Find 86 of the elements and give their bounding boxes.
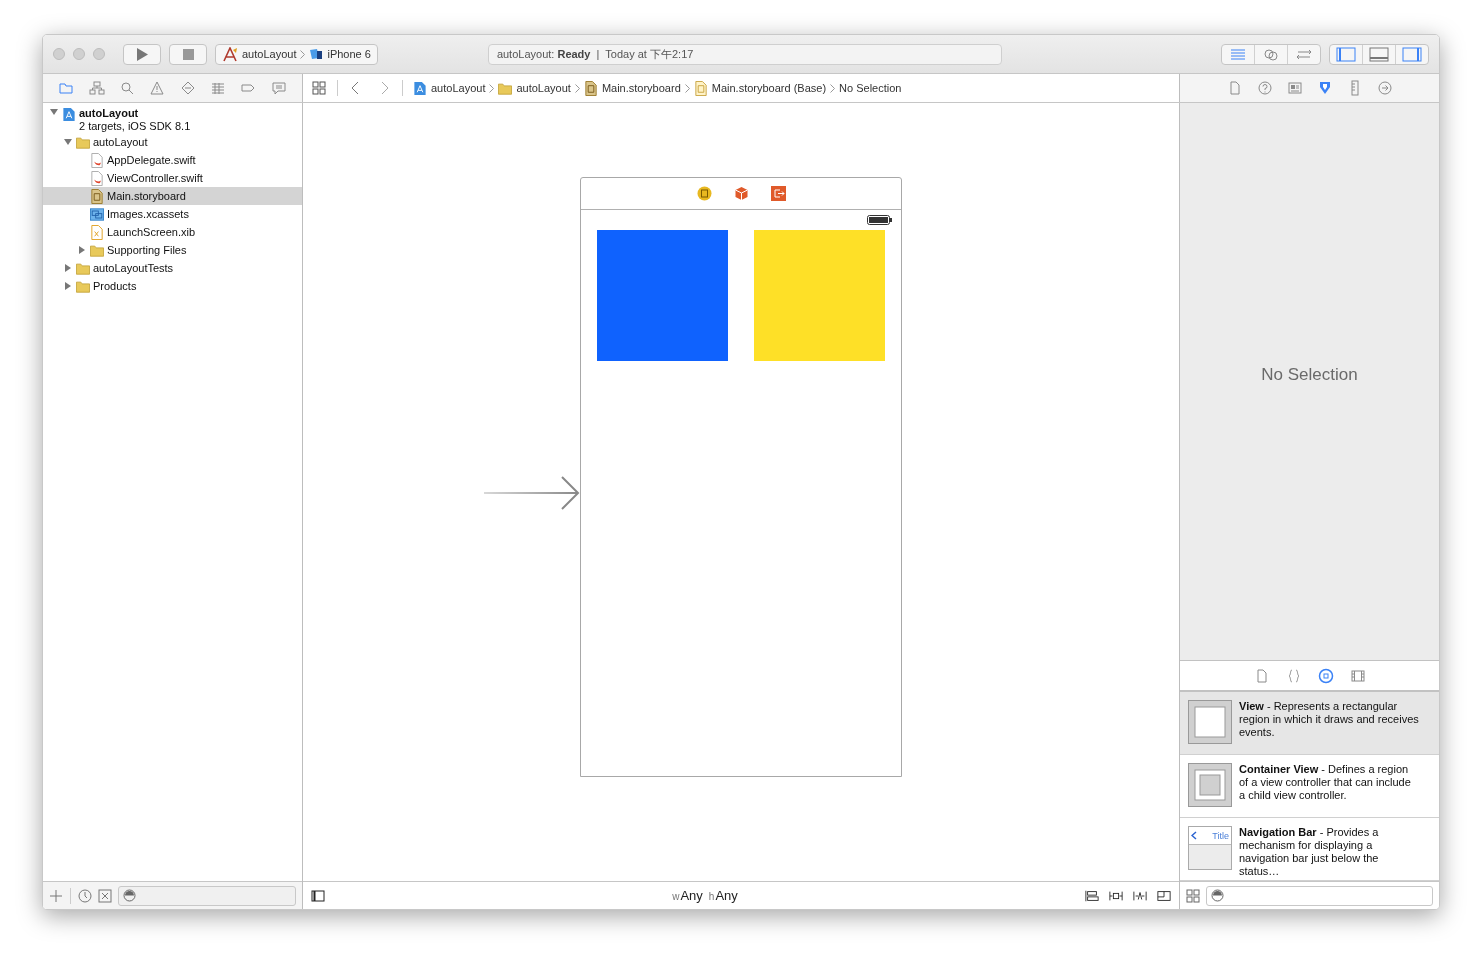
scm-filter-icon[interactable] [98,888,112,903]
exit-icon[interactable] [770,186,786,201]
filter-field[interactable] [118,885,296,906]
tree-item[interactable]: autoLayout [93,136,148,148]
grid-view-icon[interactable] [1186,888,1200,903]
play-icon [136,47,148,61]
filter-field[interactable] [1206,885,1433,906]
document-outline-icon[interactable] [311,888,325,903]
view-controller-icon[interactable] [696,186,712,201]
navigation-bar-icon: Title [1188,826,1232,870]
clock-icon[interactable] [78,888,92,903]
tree-item[interactable]: Supporting Files [107,244,187,256]
folder-icon [76,278,90,294]
tree-item[interactable]: Products [93,280,137,292]
project-name[interactable]: autoLayout [79,107,191,120]
chevron-icon [574,83,580,93]
activity-status: autoLayout: Ready | Today at 下午2:17 [487,43,1002,65]
library-item-description: Navigation Bar - Provides a mechanism for displaying a navigation bar just below the status… [1239,826,1380,879]
stop-button[interactable] [169,43,207,65]
add-icon[interactable] [49,888,63,903]
media-library-icon[interactable] [1349,667,1366,684]
chevron-icon [684,83,690,93]
breadcrumb-item[interactable]: Main.storyboard [601,82,681,94]
connections-inspector-icon[interactable] [1376,80,1393,96]
tree-item[interactable]: Images.xcassets [107,208,189,220]
disclosure-triangle-icon[interactable] [63,137,73,147]
battery-icon [867,215,892,225]
no-selection-label: No Selection [1261,364,1358,385]
app-icon [222,46,238,62]
view-icon [1188,700,1232,744]
storyboard-file-icon [693,80,708,96]
swift-file-icon [90,170,104,186]
library-item-description: View - Represents a rectangular region in which it draws and receives events. [1239,700,1420,740]
help-inspector-icon[interactable] [1256,80,1273,96]
related-items-icon[interactable] [311,80,327,96]
identity-inspector-icon[interactable] [1286,80,1303,96]
align-icon[interactable] [1085,888,1099,903]
resizing-icon[interactable] [1157,888,1171,903]
folder-icon [90,242,104,258]
filter-icon [1211,889,1224,902]
storyboard-file-icon [583,80,598,96]
folder-navigator-icon[interactable] [58,80,75,96]
cube-icon[interactable] [733,186,749,201]
tree-item[interactable]: autoLayoutTests [93,262,174,274]
library-item[interactable]: View - Represents a rectangular region in which it draws and receives events. [1180,692,1439,755]
breadcrumb-item[interactable]: autoLayout [431,82,486,94]
tree-item[interactable]: LaunchScreen.xib [107,226,196,238]
disclosure-triangle-icon[interactable] [63,263,73,273]
report-navigator-icon[interactable] [270,80,287,96]
chevron-icon [300,49,306,59]
folder-icon [76,134,90,150]
project-icon [62,107,76,122]
debug-navigator-icon[interactable] [210,80,227,96]
disclosure-triangle-icon[interactable] [63,281,73,291]
tree-item[interactable]: ViewController.swift [107,172,203,184]
breadcrumb-item[interactable]: No Selection [839,82,902,94]
device-icon [309,48,324,60]
stop-icon [182,48,194,60]
folder-icon [76,260,90,276]
filter-icon [123,889,136,902]
container-view-icon [1188,763,1232,807]
breadcrumb-item[interactable]: autoLayout [516,82,571,94]
object-library-icon[interactable] [1317,667,1334,684]
project-icon [413,80,427,96]
swift-file-icon [90,152,104,168]
library-item[interactable]: Container View - Defines a region of a view controller that can include a child view controller. [1180,755,1439,818]
chevron-icon [830,83,836,93]
view-controller-scene[interactable] [580,177,902,777]
chevron-icon [489,83,495,93]
tree-item[interactable]: AppDelegate.swift [107,154,196,166]
symbol-navigator-icon[interactable] [88,80,105,96]
library-item-description: Container View - Defines a region of a view controller that can include a child view controller. [1239,763,1412,803]
breadcrumb-item[interactable]: Main.storyboard (Base) [711,82,827,94]
folder-icon [498,80,513,96]
disclosure-triangle-icon[interactable] [49,107,59,117]
run-button[interactable] [123,43,161,65]
test-navigator-icon[interactable] [179,80,196,96]
disclosure-triangle-icon[interactable] [77,245,87,255]
scheme-selector[interactable]: autoLayout iPhone 6 [215,43,378,65]
search-navigator-icon[interactable] [118,80,135,96]
xib-file-icon [90,224,104,240]
issue-navigator-icon[interactable] [149,80,166,96]
storyboard-file-icon [90,188,104,204]
project-subtitle: 2 targets, iOS SDK 8.1 [79,120,191,133]
size-class-control[interactable]: wAny hAny [325,888,1085,903]
asset-catalog-icon [90,206,104,222]
